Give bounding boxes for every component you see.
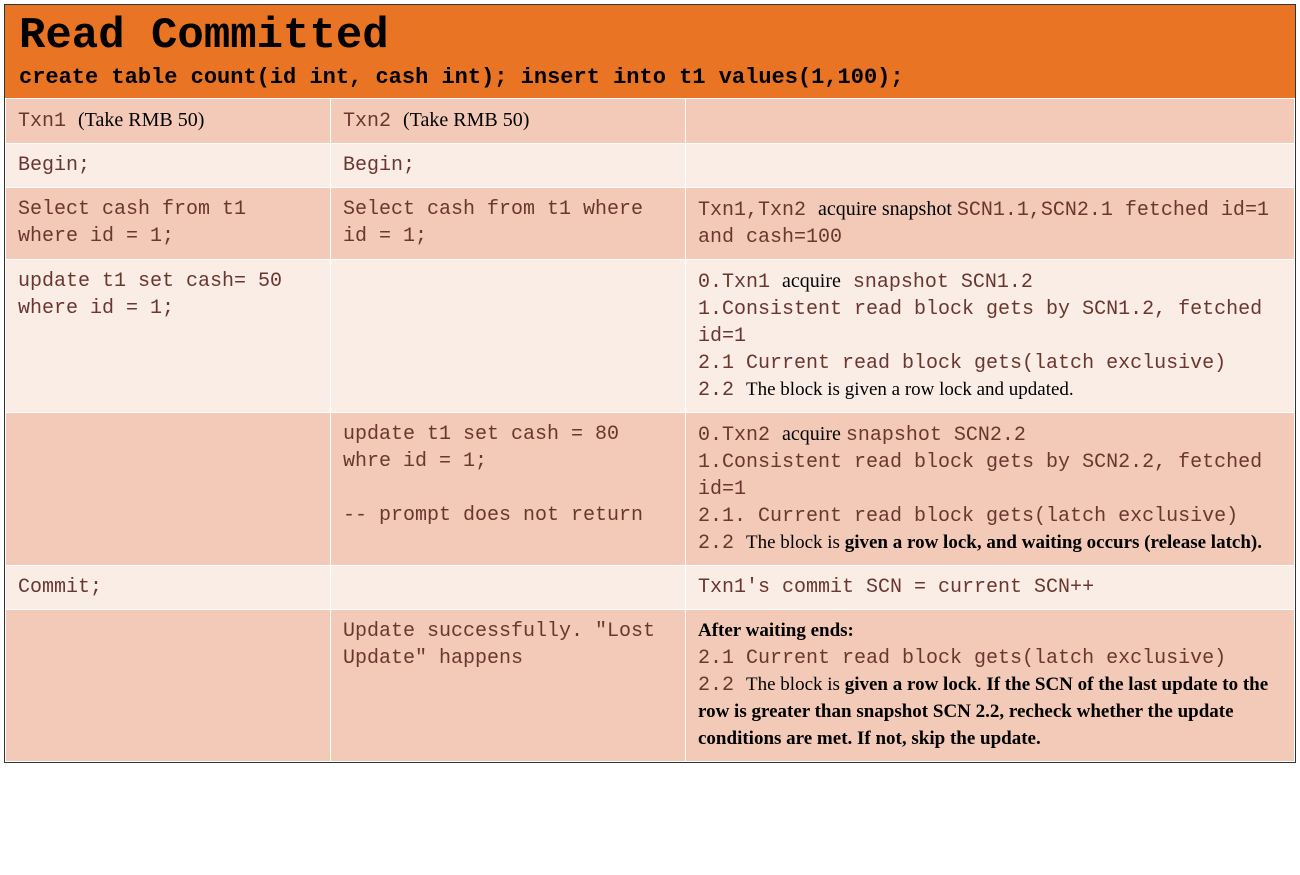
- note-text: 2.2: [698, 532, 746, 555]
- notes-cell: 0.Txn2 acquire snapshot SCN2.2 1.Consist…: [686, 413, 1295, 566]
- note-text: 0.Txn2: [698, 424, 782, 447]
- note-text: 2.1 Current read block gets(latch exclus…: [698, 352, 1226, 375]
- header-banner: Read Committed create table count(id int…: [5, 5, 1295, 98]
- note-text: The block is: [746, 674, 845, 695]
- note-text: given a row lock: [845, 674, 977, 695]
- slide-title: Read Committed: [19, 11, 1281, 61]
- note-text: The block is given a row lock and update…: [746, 379, 1074, 400]
- txn2-sql: update t1 set cash = 80 whre id = 1;: [343, 423, 619, 473]
- note-text: 2.1 Current read block gets(latch exclus…: [698, 647, 1226, 670]
- note-text: Txn1,Txn2: [698, 199, 818, 222]
- note-text: The block is: [746, 532, 845, 553]
- table-row: update t1 set cash= 50 where id = 1; 0.T…: [6, 260, 1295, 413]
- notes-cell: [686, 144, 1295, 188]
- note-text: 2.1. Current read block gets(latch exclu…: [698, 505, 1238, 528]
- txn1-cell: [6, 413, 331, 566]
- notes-cell: After waiting ends: 2.1 Current read blo…: [686, 610, 1295, 762]
- note-text: snapshot SCN2.2: [846, 424, 1026, 447]
- slide-subtitle: create table count(id int, cash int); in…: [19, 65, 1281, 90]
- txn2-code: Txn2: [343, 110, 403, 133]
- note-text: 1.Consistent read block gets by SCN1.2, …: [698, 298, 1262, 348]
- txn1-header: Txn1 (Take RMB 50): [6, 99, 331, 144]
- txn2-cell: [331, 260, 686, 413]
- txn1-cell: Select cash from t1 where id = 1;: [6, 188, 331, 260]
- note-text: acquire: [782, 423, 846, 445]
- table-row: Txn1 (Take RMB 50) Txn2 (Take RMB 50): [6, 99, 1295, 144]
- note-text: acquire: [782, 270, 841, 292]
- txn2-header: Txn2 (Take RMB 50): [331, 99, 686, 144]
- note-text: .: [977, 674, 987, 695]
- txn1-note: (Take RMB 50): [78, 109, 204, 131]
- notes-cell: 0.Txn1 acquire snapshot SCN1.2 1.Consist…: [686, 260, 1295, 413]
- txn2-cell: Update successfully. "Lost Update" happe…: [331, 610, 686, 762]
- note-text: given a row lock, and: [845, 532, 1022, 553]
- notes-header: [686, 99, 1295, 144]
- note-warning: waiting occurs (release latch).: [1022, 532, 1262, 553]
- note-text: acquire snapshot: [818, 198, 957, 220]
- txn1-cell: Begin;: [6, 144, 331, 188]
- note-text: 2.2: [698, 674, 746, 697]
- txn2-comment: -- prompt does not return: [343, 504, 643, 527]
- table-row: Update successfully. "Lost Update" happe…: [6, 610, 1295, 762]
- txn1-cell: Commit;: [6, 566, 331, 610]
- notes-cell: Txn1's commit SCN = current SCN++: [686, 566, 1295, 610]
- txn1-code: Txn1: [18, 110, 78, 133]
- txn2-cell: Select cash from t1 where id = 1;: [331, 188, 686, 260]
- slide-frame: Read Committed create table count(id int…: [4, 4, 1296, 763]
- note-text: snapshot SCN1.2: [841, 271, 1033, 294]
- table-row: Select cash from t1 where id = 1; Select…: [6, 188, 1295, 260]
- txn2-cell: update t1 set cash = 80 whre id = 1; -- …: [331, 413, 686, 566]
- txn2-cell: Begin;: [331, 144, 686, 188]
- table-row: Commit; Txn1's commit SCN = current SCN+…: [6, 566, 1295, 610]
- txn2-note: (Take RMB 50): [403, 109, 529, 131]
- note-text: 2.2: [698, 379, 746, 402]
- txn1-cell: [6, 610, 331, 762]
- table-row: Begin; Begin;: [6, 144, 1295, 188]
- note-text: 0.Txn1: [698, 271, 782, 294]
- txn1-cell: update t1 set cash= 50 where id = 1;: [6, 260, 331, 413]
- notes-cell: Txn1,Txn2 acquire snapshot SCN1.1,SCN2.1…: [686, 188, 1295, 260]
- txn2-cell: [331, 566, 686, 610]
- note-heading: After waiting ends:: [698, 620, 854, 641]
- transaction-table: Txn1 (Take RMB 50) Txn2 (Take RMB 50) Be…: [5, 98, 1295, 762]
- table-row: update t1 set cash = 80 whre id = 1; -- …: [6, 413, 1295, 566]
- note-text: 1.Consistent read block gets by SCN2.2, …: [698, 451, 1262, 501]
